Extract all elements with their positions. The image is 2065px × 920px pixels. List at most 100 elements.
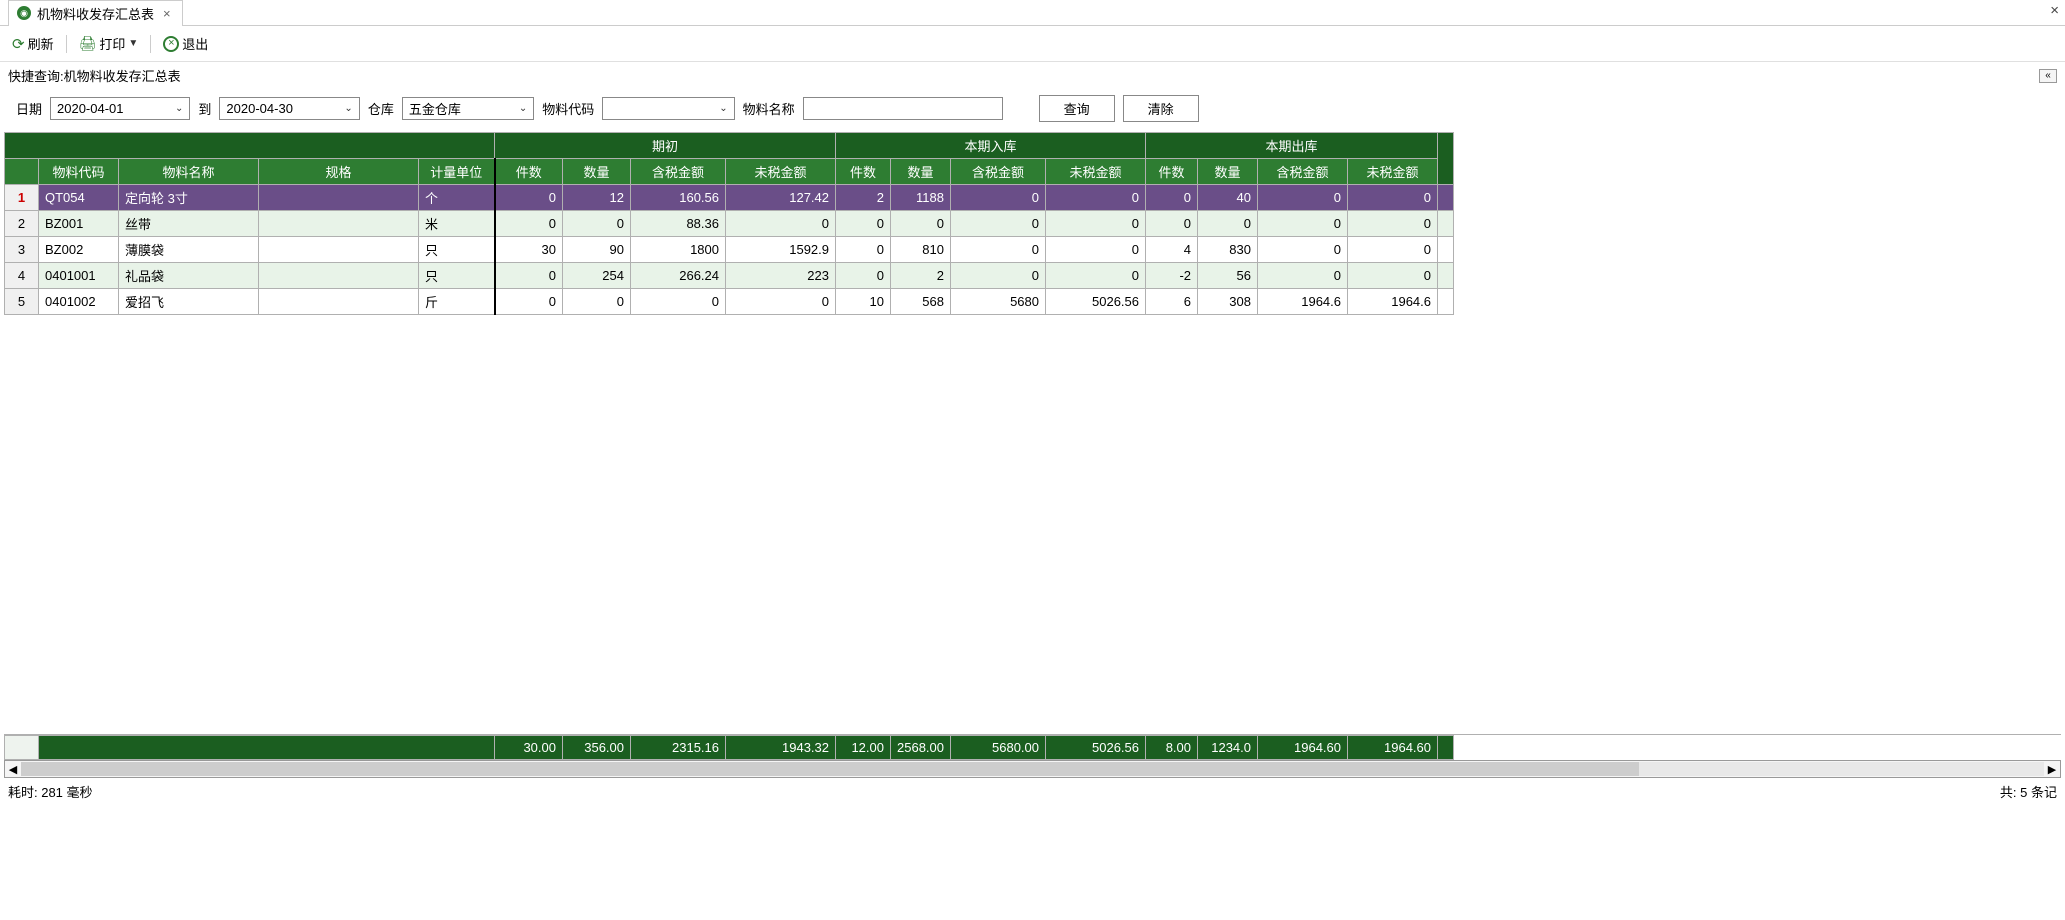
cell[interactable]: 0: [1348, 211, 1438, 237]
scroll-left-icon[interactable]: ◀: [5, 761, 21, 777]
cell[interactable]: 12: [563, 185, 631, 211]
close-icon[interactable]: ×: [160, 6, 174, 21]
cell[interactable]: [259, 211, 419, 237]
cell[interactable]: 2: [5, 211, 39, 237]
cell[interactable]: 只: [419, 263, 495, 289]
col-op-pieces[interactable]: 件数: [495, 159, 563, 185]
clear-button[interactable]: 清除: [1123, 95, 1199, 122]
cell[interactable]: 0: [1258, 211, 1348, 237]
cell[interactable]: 0: [951, 263, 1046, 289]
window-close-icon[interactable]: ×: [2050, 2, 2059, 19]
cell[interactable]: [1438, 211, 1454, 237]
cell[interactable]: 0: [1146, 211, 1198, 237]
cell[interactable]: 0: [1348, 263, 1438, 289]
warehouse-combo[interactable]: ⌄: [402, 97, 534, 120]
cell[interactable]: BZ002: [39, 237, 119, 263]
data-grid[interactable]: 期初 本期入库 本期出库 物料代码 物料名称 规格 计量单位 件数 数量 含税金…: [4, 132, 1454, 315]
cell[interactable]: 1964.6: [1348, 289, 1438, 315]
cell[interactable]: [1438, 289, 1454, 315]
col-op-tax[interactable]: 含税金额: [631, 159, 726, 185]
col-op-qty[interactable]: 数量: [563, 159, 631, 185]
col-in-tax[interactable]: 含税金额: [951, 159, 1046, 185]
date-to-input[interactable]: [220, 98, 338, 119]
cell[interactable]: 0: [1198, 211, 1258, 237]
col-spec[interactable]: 规格: [259, 159, 419, 185]
cell[interactable]: 0: [1258, 263, 1348, 289]
cell[interactable]: 0: [891, 211, 951, 237]
cell[interactable]: 0: [495, 185, 563, 211]
cell[interactable]: 308: [1198, 289, 1258, 315]
cell[interactable]: 0: [836, 263, 891, 289]
cell[interactable]: 10: [836, 289, 891, 315]
matname-input[interactable]: [803, 97, 1003, 120]
cell[interactable]: 0: [836, 211, 891, 237]
cell[interactable]: 568: [891, 289, 951, 315]
cell[interactable]: 薄膜袋: [119, 237, 259, 263]
cell[interactable]: 0401001: [39, 263, 119, 289]
table-row[interactable]: 2BZ001丝带米0088.36000000000: [5, 211, 1454, 237]
exit-button[interactable]: × 退出: [159, 32, 212, 55]
matcode-combo[interactable]: ⌄: [602, 97, 734, 120]
cell[interactable]: 定向轮 3寸: [119, 185, 259, 211]
cell[interactable]: 0: [836, 237, 891, 263]
col-out-qty[interactable]: 数量: [1198, 159, 1258, 185]
cell[interactable]: 2: [836, 185, 891, 211]
cell[interactable]: 0: [951, 185, 1046, 211]
cell[interactable]: 爱招飞: [119, 289, 259, 315]
cell[interactable]: 丝带: [119, 211, 259, 237]
print-button[interactable]: 🖨 打印 ▼: [75, 32, 143, 55]
cell[interactable]: QT054: [39, 185, 119, 211]
cell[interactable]: [1438, 237, 1454, 263]
table-row[interactable]: 1QT054定向轮 3寸个012160.56127.42211880004000: [5, 185, 1454, 211]
col-out-notax[interactable]: 未税金额: [1348, 159, 1438, 185]
col-in-notax[interactable]: 未税金额: [1046, 159, 1146, 185]
cell[interactable]: 0: [631, 289, 726, 315]
table-row[interactable]: 40401001礼品袋只0254266.242230200-25600: [5, 263, 1454, 289]
col-in-qty[interactable]: 数量: [891, 159, 951, 185]
cell[interactable]: 1: [5, 185, 39, 211]
cell[interactable]: 810: [891, 237, 951, 263]
cell[interactable]: 0: [1046, 263, 1146, 289]
cell[interactable]: -2: [1146, 263, 1198, 289]
col-unit[interactable]: 计量单位: [419, 159, 495, 185]
cell[interactable]: 只: [419, 237, 495, 263]
cell[interactable]: 254: [563, 263, 631, 289]
scroll-thumb[interactable]: [21, 762, 1639, 776]
cell[interactable]: 0: [1348, 185, 1438, 211]
cell[interactable]: 0: [563, 289, 631, 315]
cell[interactable]: 56: [1198, 263, 1258, 289]
col-out-pieces[interactable]: 件数: [1146, 159, 1198, 185]
cell[interactable]: 0: [951, 237, 1046, 263]
cell[interactable]: 5: [5, 289, 39, 315]
refresh-button[interactable]: ⟳ 刷新: [8, 32, 58, 55]
cell[interactable]: 0: [726, 289, 836, 315]
cell[interactable]: 0: [563, 211, 631, 237]
cell[interactable]: 0: [495, 263, 563, 289]
tab-report[interactable]: ◉ 机物料收发存汇总表 ×: [8, 0, 183, 26]
cell[interactable]: 160.56: [631, 185, 726, 211]
date-from-combo[interactable]: ⌄: [50, 97, 190, 120]
matcode-input[interactable]: [603, 98, 713, 119]
cell[interactable]: 3: [5, 237, 39, 263]
col-out-tax[interactable]: 含税金额: [1258, 159, 1348, 185]
cell[interactable]: 88.36: [631, 211, 726, 237]
date-to-combo[interactable]: ⌄: [219, 97, 359, 120]
chevron-down-icon[interactable]: ⌄: [169, 103, 189, 114]
cell[interactable]: 礼品袋: [119, 263, 259, 289]
cell[interactable]: [259, 263, 419, 289]
cell[interactable]: [259, 185, 419, 211]
cell[interactable]: 米: [419, 211, 495, 237]
chevron-down-icon[interactable]: ⌄: [713, 103, 733, 114]
chevron-down-icon[interactable]: ⌄: [338, 103, 358, 114]
horizontal-scrollbar[interactable]: ◀ ▶: [4, 760, 2061, 778]
table-row[interactable]: 3BZ002薄膜袋只309018001592.9081000483000: [5, 237, 1454, 263]
scroll-track[interactable]: [21, 762, 2044, 776]
cell[interactable]: 0: [1046, 185, 1146, 211]
scroll-right-icon[interactable]: ▶: [2044, 761, 2060, 777]
cell[interactable]: 1800: [631, 237, 726, 263]
chevron-down-icon[interactable]: ⌄: [513, 103, 533, 114]
cell[interactable]: [259, 237, 419, 263]
cell[interactable]: 0: [495, 211, 563, 237]
col-op-notax[interactable]: 未税金额: [726, 159, 836, 185]
col-matname[interactable]: 物料名称: [119, 159, 259, 185]
